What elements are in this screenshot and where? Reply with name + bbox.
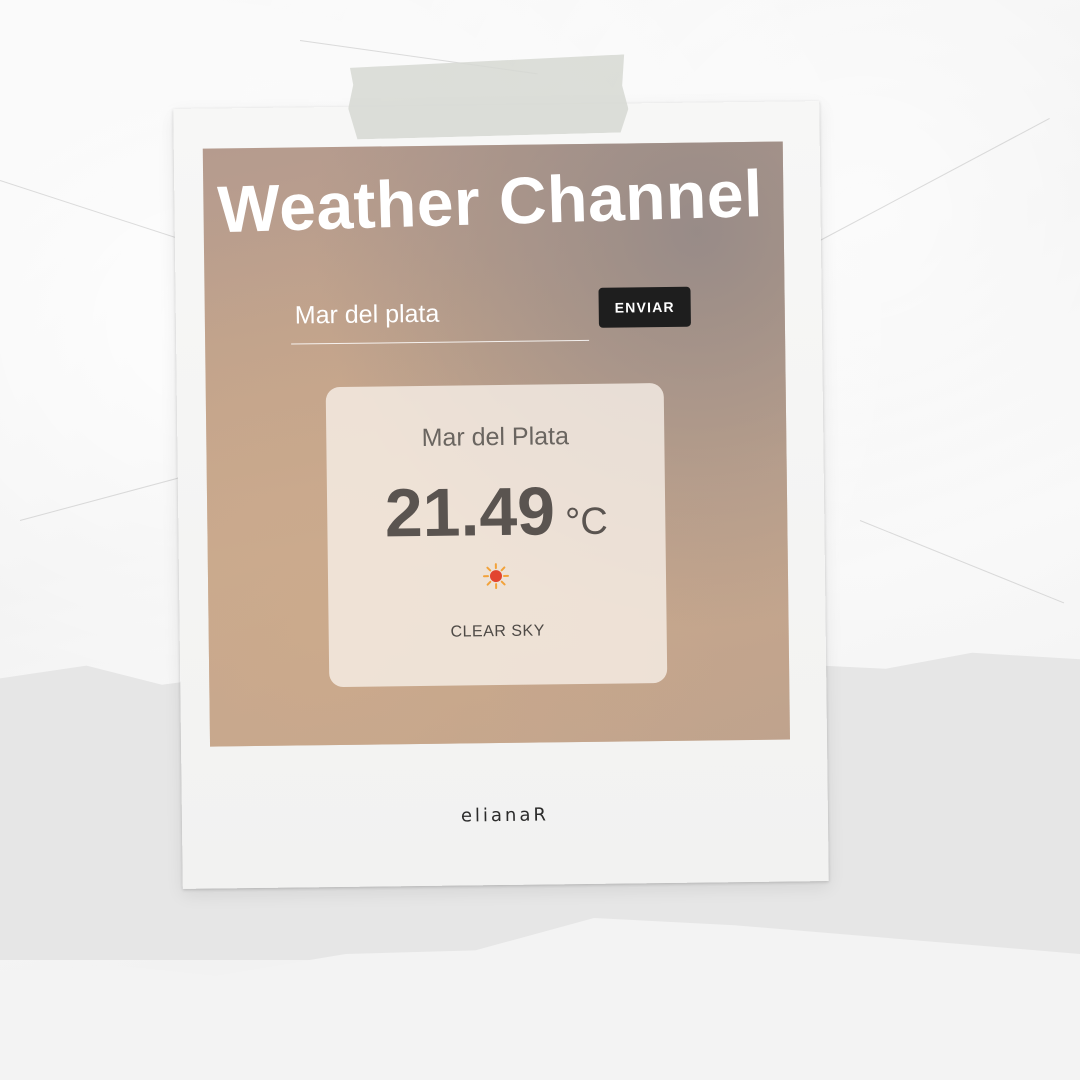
weather-condition: CLEAR SKY xyxy=(450,622,545,641)
search-form: ENVIAR xyxy=(290,283,701,348)
temperature-unit: °C xyxy=(564,500,608,544)
temperature-value: 21.49 xyxy=(384,473,556,552)
weather-card: Mar del Plata 21.49 °C CLEAR SKY xyxy=(325,383,668,688)
city-search-input[interactable] xyxy=(290,283,590,345)
tape-strip xyxy=(347,54,629,139)
sun-icon xyxy=(482,563,509,590)
send-button[interactable]: ENVIAR xyxy=(598,286,691,328)
polaroid-frame: Weather Channel ENVIAR Mar del Plata 21.… xyxy=(173,101,829,889)
city-name: Mar del Plata xyxy=(421,422,570,452)
temperature-display: 21.49 °C xyxy=(327,471,666,553)
app-title: Weather Channel xyxy=(216,156,764,247)
weather-app-screen: Weather Channel ENVIAR Mar del Plata 21.… xyxy=(202,141,791,747)
polaroid-caption: elianaR xyxy=(460,804,550,827)
